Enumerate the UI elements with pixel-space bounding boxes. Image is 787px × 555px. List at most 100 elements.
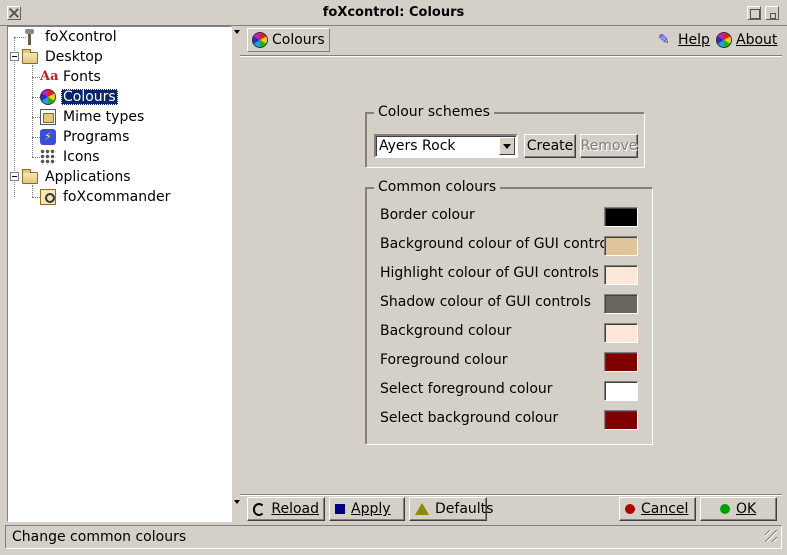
tree-item-mime-types[interactable]: Mime types [40,107,146,127]
remove-button-label: Remove [580,138,638,154]
reload-button-label: Reload [271,501,319,517]
colour-row-label: Background colour of GUI controls [380,236,620,252]
remove-scheme-button[interactable]: Remove [580,134,638,158]
colour-row: Foreground colour [366,349,641,373]
applications-collapse-toggle[interactable] [10,172,19,181]
tree-connector [32,77,40,78]
tree-item-applications[interactable]: Applications [22,167,133,187]
tree-item-label: Fonts [63,69,101,85]
colour-row-label: Shadow colour of GUI controls [380,294,591,310]
desktop-collapse-toggle[interactable] [10,52,19,61]
colour-scheme-value: Ayers Rock [379,138,456,154]
colour-swatch-button[interactable] [604,207,638,227]
foxcommander-icon [40,189,56,205]
tree-connector [32,117,40,118]
defaults-button[interactable]: Defaults [409,497,493,521]
colour-row-label: Highlight colour of GUI controls [380,265,599,281]
tree-item-label: Mime types [63,109,145,125]
colour-swatch-button[interactable] [604,236,638,256]
panel-splitter[interactable] [233,26,240,522]
colours-button-label: Colours [272,32,325,48]
colour-scheme-select[interactable]: Ayers Rock [374,134,518,158]
resize-grip-icon[interactable] [765,530,777,542]
wrench-icon [22,29,38,45]
about-button[interactable]: About [712,28,781,52]
apply-square-icon [335,504,345,514]
settings-tree[interactable]: foXcontrol Desktop Aa Fonts Colours Mime… [7,26,232,522]
colour-wheel-icon [252,32,268,48]
tree-item-foxcontrol[interactable]: foXcontrol [22,27,119,47]
tree-item-foxcommander[interactable]: foXcommander [40,187,172,207]
chevron-down-icon[interactable] [499,137,515,155]
tree-connector [32,197,40,198]
colour-schemes-group: Colour schemes Ayers Rock Create Remove [365,104,645,168]
window-title: foXcontrol: Colours [322,5,465,20]
colour-row: Background colour of GUI controls [366,233,641,257]
cancel-dot-icon [625,504,635,514]
colours-button[interactable]: Colours [247,28,330,52]
tree-item-label: Icons [63,149,100,165]
colour-wheel-icon [716,32,732,48]
title-bar: foXcontrol: Colours [0,0,787,26]
colour-row: Select background colour [366,407,641,431]
reload-icon [253,502,266,516]
status-bar: Change common colours [5,525,782,549]
tree-connector [32,97,40,98]
cancel-button-label: Cancel [641,501,689,517]
apply-button[interactable]: Apply [329,497,405,521]
colour-wheel-icon [40,89,56,105]
colour-swatch-button[interactable] [604,265,638,285]
colour-swatch-button[interactable] [604,323,638,343]
common-colours-legend: Common colours [374,179,501,195]
mime-types-icon [40,109,56,125]
apply-button-label: Apply [351,501,391,517]
tree-item-label: foXcontrol [45,29,117,45]
colour-swatch-button[interactable] [604,352,638,372]
help-wand-icon: ✎ [658,32,670,48]
tree-connector [32,157,40,158]
fonts-icon: Aa [40,69,59,84]
colour-swatch-button[interactable] [604,381,638,401]
tree-item-programs[interactable]: ⚡ Programs [40,127,131,147]
create-button-label: Create [526,138,574,154]
tree-item-fonts[interactable]: Aa Fonts [40,67,103,87]
minimize-window-icon[interactable] [765,6,779,20]
colour-row: Select foreground colour [366,378,641,402]
tree-item-icons[interactable]: Icons [40,147,102,167]
tree-item-desktop[interactable]: Desktop [22,47,105,67]
tree-item-label: Desktop [45,49,103,65]
ok-button-label: OK [736,501,757,517]
tree-item-label: Applications [45,169,131,185]
colour-row: Background colour [366,320,641,344]
colour-row-label: Background colour [380,323,512,339]
colour-swatch-button[interactable] [604,294,638,314]
folder-icon [22,169,38,184]
colour-swatch-button[interactable] [604,410,638,430]
help-button[interactable]: ✎ Help [654,28,714,52]
colour-row-label: Border colour [380,207,475,223]
colour-schemes-legend: Colour schemes [374,104,494,120]
tree-item-label: foXcommander [63,189,171,205]
tree-connector [32,65,33,157]
ok-dot-icon [720,504,730,514]
colour-row: Border colour [366,204,641,228]
tree-connector [32,137,40,138]
colour-row-label: Foreground colour [380,352,508,368]
maximize-window-icon[interactable] [747,6,761,20]
tree-item-colours[interactable]: Colours [40,87,118,107]
colour-row: Shadow colour of GUI controls [366,291,641,315]
tree-item-label: Programs [63,129,130,145]
colour-row: Highlight colour of GUI controls [366,262,641,286]
reload-button[interactable]: Reload [247,497,325,521]
top-toolbar: Colours ✎ Help About [240,26,782,56]
icons-grid-icon [40,149,56,165]
bottom-toolbar: Reload Apply Defaults Cancel OK [240,494,782,522]
defaults-triangle-icon [415,503,429,515]
common-colours-group: Common colours Border colour Background c… [365,179,653,445]
create-scheme-button[interactable]: Create [524,134,576,158]
ok-button[interactable]: OK [700,497,777,521]
defaults-button-label: Defaults [435,501,494,517]
content-panel: Colours ✎ Help About Colour schemes Ayer… [240,26,782,522]
cancel-button[interactable]: Cancel [619,497,696,521]
help-button-label: Help [678,32,710,48]
